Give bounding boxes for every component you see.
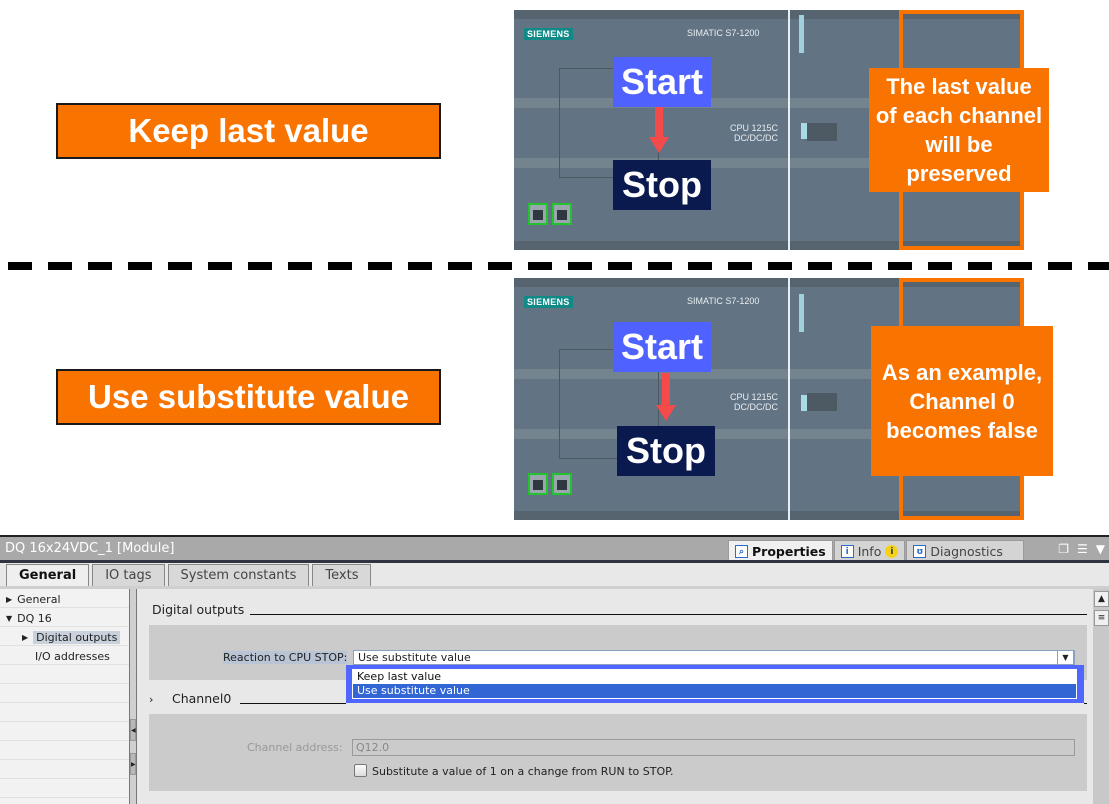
reaction-dropdown-list: Keep last value Use substitute value [346, 665, 1084, 703]
info-badge-icon: i [885, 545, 899, 558]
restore-icon[interactable]: ❐ [1058, 542, 1069, 556]
siemens-logo: SIEMENS [524, 296, 573, 308]
expand-right-icon[interactable]: ▶ [130, 753, 136, 775]
list-icon[interactable]: ☰ [1077, 542, 1088, 556]
plc-model: SIMATIC S7-1200 [687, 296, 760, 306]
tab-properties[interactable]: ⌕ Properties [728, 540, 833, 562]
substitute-value-checkbox[interactable] [354, 764, 367, 777]
cpu-type: DC/DC/DC [734, 133, 778, 143]
cpu-type: DC/DC/DC [734, 402, 778, 412]
splitter[interactable]: ◀ ▶ [129, 589, 137, 804]
tab-io-tags[interactable]: IO tags [92, 564, 165, 586]
tab-info[interactable]: i Info i [833, 540, 906, 562]
panel-titlebar: DQ 16x24VDC_1 [Module] ⌕ Properties i Info… [0, 535, 1109, 562]
dropdown-arrow-icon[interactable]: ▼ [1057, 650, 1074, 665]
scroll-up-icon[interactable]: ▲ [1094, 591, 1109, 607]
plc-model: SIMATIC S7-1200 [687, 28, 760, 38]
channel0-expand-icon[interactable]: › [149, 693, 153, 706]
ethernet-port-2 [552, 203, 572, 225]
cpu-name: CPU 1215C [729, 123, 778, 133]
collapse-left-icon[interactable]: ◀ [130, 719, 136, 741]
tree-item-digital-outputs[interactable]: ▶ Digital outputs [22, 628, 121, 646]
arrow-down-icon [649, 107, 669, 157]
tab-general[interactable]: General [6, 564, 90, 586]
stop-label-bottom: Stop [617, 426, 715, 476]
expand-icon[interactable]: ▶ [22, 633, 28, 642]
substitute-value-checkbox-label[interactable]: Substitute a value of 1 on a change from… [372, 765, 674, 778]
tree-item-io-addresses[interactable]: I/O addresses [35, 647, 110, 665]
ethernet-port-2 [552, 473, 572, 495]
ethernet-port-1 [528, 473, 548, 495]
panel-title: DQ 16x24VDC_1 [Module] [5, 541, 175, 556]
stop-label-top: Stop [613, 160, 711, 210]
tab-info-label: Info [857, 544, 882, 559]
tab-system-constants[interactable]: System constants [167, 564, 310, 586]
diagnostics-icon: ʊ [913, 545, 927, 558]
siemens-logo: SIEMENS [524, 28, 573, 40]
note-bottom: As an example, Channel 0 becomes false [871, 326, 1053, 476]
channel-address-field: Q12.0 [352, 739, 1075, 756]
start-label-bottom: Start [613, 322, 711, 372]
reaction-to-cpu-stop-label: Reaction to CPU STOP: [223, 651, 348, 664]
cpu-name: CPU 1215C [729, 392, 778, 402]
collapse-icon[interactable]: ▼ [6, 614, 12, 623]
scroll-menu-icon[interactable]: ≡ [1094, 610, 1109, 626]
option-use-substitute-value[interactable]: Use substitute value [353, 684, 1076, 698]
option-keep-last-value[interactable]: Keep last value [353, 670, 1076, 684]
tab-texts[interactable]: Texts [312, 564, 372, 586]
separator-dashed-line [8, 262, 1109, 270]
tab-properties-label: Properties [752, 544, 826, 559]
info-icon: i [840, 545, 854, 558]
use-substitute-value-label: Use substitute value [56, 369, 441, 425]
tab-diagnostics[interactable]: ʊ Diagnostics [906, 540, 1025, 562]
ethernet-port-1 [528, 203, 548, 225]
tab-diagnostics-label: Diagnostics [930, 544, 1003, 559]
properties-panel: DQ 16x24VDC_1 [Module] ⌕ Properties i Info… [0, 535, 1109, 804]
vertical-scrollbar[interactable]: ▲ ≡ [1093, 589, 1109, 804]
section-channel0[interactable]: Channel0 [172, 691, 231, 706]
keep-last-value-label: Keep last value [56, 103, 441, 159]
arrow-down-icon [656, 373, 676, 423]
section-digital-outputs: Digital outputs [152, 602, 245, 617]
tree-item-dq16[interactable]: ▼ DQ 16 [6, 609, 52, 627]
navigation-tree: ▶ General ▼ DQ 16 ▶ Digital outputs I/O add… [0, 589, 129, 804]
content-area: Digital outputs Reaction to CPU STOP: Us… [138, 589, 1093, 804]
chevron-down-icon[interactable]: ▼ [1096, 542, 1105, 556]
properties-icon: ⌕ [735, 545, 748, 558]
note-top: The last value of each channel will be p… [869, 68, 1049, 192]
tree-item-general[interactable]: ▶ General [6, 590, 61, 608]
channel-address-label: Channel address: [247, 741, 343, 754]
start-label-top: Start [613, 57, 711, 107]
reaction-to-cpu-stop-select[interactable]: Use substitute value ▼ [353, 650, 1075, 665]
expand-icon[interactable]: ▶ [6, 595, 12, 604]
